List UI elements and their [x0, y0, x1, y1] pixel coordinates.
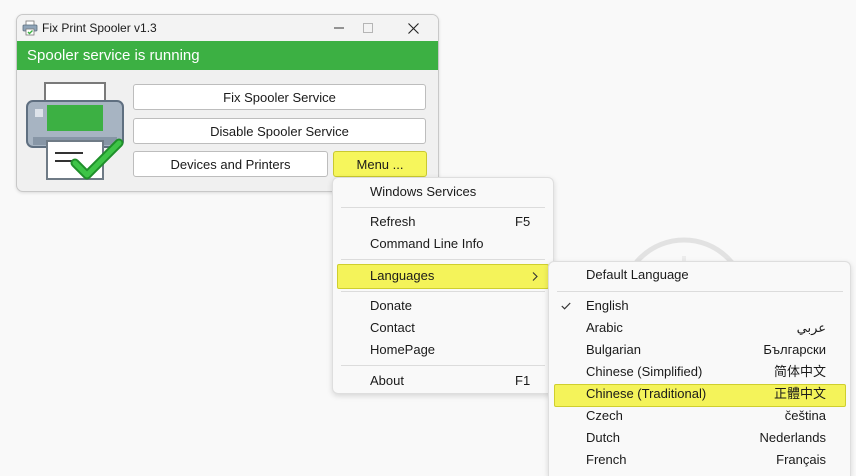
menu-item-label: Donate — [370, 298, 412, 313]
language-item-arabic[interactable]: Arabic عربي — [549, 317, 850, 339]
fix-spooler-button[interactable]: Fix Spooler Service — [133, 84, 426, 110]
languages-submenu: Default Language English Arabic عربي Bul… — [548, 261, 851, 476]
menu-shortcut: F1 — [515, 373, 531, 388]
main-window: Fix Print Spooler v1.3 Spooler service i… — [16, 14, 439, 192]
language-name: Bulgarian — [586, 342, 641, 357]
language-native-name: čeština — [784, 408, 826, 423]
menu-item-donate[interactable]: Donate — [333, 295, 553, 317]
menu-item-windows-services[interactable]: Windows Services — [333, 181, 553, 203]
status-banner: Spooler service is running — [17, 41, 438, 70]
language-native-name: Français — [776, 452, 826, 467]
menu-item-label: HomePage — [370, 342, 436, 357]
language-item-french[interactable]: French Français — [549, 449, 850, 471]
disable-spooler-button[interactable]: Disable Spooler Service — [133, 118, 426, 144]
checkmark-icon — [561, 302, 571, 310]
language-item-czech[interactable]: Czech čeština — [549, 405, 850, 427]
language-native-name: 正體中文 — [773, 386, 826, 401]
menu-item-label: About — [370, 373, 404, 388]
close-button[interactable] — [393, 17, 433, 39]
close-icon — [407, 22, 419, 34]
menu-item-languages[interactable]: Languages — [333, 265, 553, 287]
menu-item-label: Refresh — [370, 214, 416, 229]
title-bar[interactable]: Fix Print Spooler v1.3 — [17, 15, 438, 41]
window-title: Fix Print Spooler v1.3 — [42, 21, 157, 35]
language-item-english[interactable]: English — [549, 295, 850, 317]
menu-item-label: Default Language — [586, 267, 689, 282]
language-item-dutch[interactable]: Dutch Nederlands — [549, 427, 850, 449]
menu-item-label: Windows Services — [370, 184, 477, 199]
language-name: Chinese (Traditional) — [586, 386, 707, 401]
language-name: Dutch — [586, 430, 620, 445]
language-item-bulgarian[interactable]: Bulgarian Български — [549, 339, 850, 361]
language-native-name: 简体中文 — [773, 364, 826, 379]
language-item-default[interactable]: Default Language — [549, 264, 850, 286]
maximize-icon — [363, 23, 373, 33]
menu-item-refresh[interactable]: Refresh F5 — [333, 211, 553, 233]
language-name: Czech — [586, 408, 623, 423]
menu-button[interactable]: Menu ... — [333, 151, 427, 177]
menu-separator — [341, 259, 545, 260]
language-name: French — [586, 452, 627, 467]
menu-shortcut: F5 — [515, 214, 531, 229]
maximize-button[interactable] — [348, 17, 388, 39]
language-name: Arabic — [586, 320, 623, 335]
devices-and-printers-button[interactable]: Devices and Printers — [133, 151, 328, 177]
menu-item-about[interactable]: About F1 — [333, 370, 553, 392]
menu-item-label: Contact — [370, 320, 415, 335]
menu-separator — [557, 291, 843, 292]
menu-item-label: Languages — [370, 268, 435, 283]
language-native-name: Български — [763, 342, 826, 357]
menu-separator — [341, 291, 545, 292]
language-name: Chinese (Simplified) — [586, 364, 703, 379]
menu-separator — [341, 365, 545, 366]
language-name: English — [586, 298, 629, 313]
chevron-right-icon — [532, 272, 538, 281]
menu-separator — [341, 207, 545, 208]
menu-item-command-line-info[interactable]: Command Line Info — [333, 233, 553, 255]
minimize-icon — [334, 27, 344, 29]
menu-item-contact[interactable]: Contact — [333, 317, 553, 339]
language-native-name: عربي — [796, 320, 826, 335]
language-item-chinese-simplified[interactable]: Chinese (Simplified) 简体中文 — [549, 361, 850, 383]
menu-item-homepage[interactable]: HomePage — [333, 339, 553, 361]
language-native-name: Nederlands — [759, 430, 827, 445]
printer-icon — [26, 82, 124, 180]
printer-app-icon — [22, 20, 38, 36]
menu-item-label: Command Line Info — [370, 236, 484, 251]
language-item-chinese-traditional[interactable]: Chinese (Traditional) 正體中文 — [549, 383, 850, 405]
main-menu: Windows Services Refresh F5 Command Line… — [332, 177, 554, 394]
